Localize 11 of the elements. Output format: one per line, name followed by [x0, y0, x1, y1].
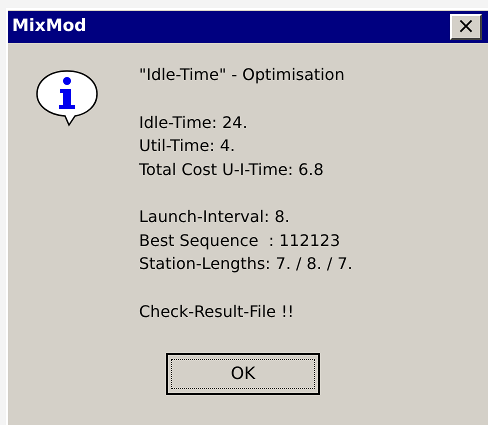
message-line: "Idle-Time" - Optimisation: [139, 64, 346, 86]
ok-button[interactable]: OK: [166, 353, 320, 395]
message-line: Launch-Interval: 8.: [139, 206, 291, 228]
close-button[interactable]: ×: [450, 14, 482, 40]
message-line: Best Sequence : 112123: [139, 230, 342, 252]
message-line: Util-Time: 4.: [139, 135, 236, 157]
message-line: Station-Lengths: 7. / 8. / 7.: [139, 253, 353, 275]
window-title: MixMod: [12, 15, 86, 38]
message-line: Total Cost U-I-Time: 6.8: [139, 158, 325, 180]
message-line: Idle-Time: 24.: [139, 112, 249, 134]
message-line: Check-Result-File !!: [139, 300, 295, 322]
